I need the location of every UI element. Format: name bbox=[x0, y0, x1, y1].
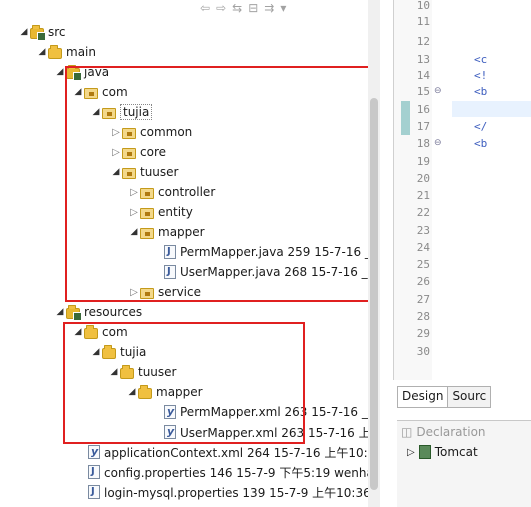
line-number: 11 bbox=[416, 15, 430, 28]
line-number: 26 bbox=[416, 275, 430, 288]
tree-node-main[interactable]: ◢ main bbox=[36, 42, 96, 62]
declaration-icon: ◫ bbox=[401, 425, 413, 439]
line-number: 13 bbox=[416, 53, 430, 66]
line-number: 24 bbox=[416, 241, 430, 254]
tree-node-label: src bbox=[48, 25, 66, 39]
line-number: 10 bbox=[416, 0, 430, 12]
code-line: </ bbox=[474, 120, 488, 133]
line-number: 19 bbox=[416, 155, 430, 168]
server-icon bbox=[418, 445, 431, 459]
editor-tabs: Design Sourc bbox=[397, 386, 492, 408]
line-number: 20 bbox=[416, 172, 430, 185]
scrollbar-thumb[interactable] bbox=[370, 98, 378, 490]
menu-icon[interactable]: ▾ bbox=[280, 1, 286, 15]
tree-node-label: applicationContext.xml 264 15-7-16 上午10:… bbox=[104, 445, 376, 460]
tree-node-application-context[interactable]: applicationContext.xml 264 15-7-16 上午10:… bbox=[88, 442, 375, 462]
line-number: 28 bbox=[416, 310, 430, 323]
code-line: <! bbox=[474, 69, 488, 82]
java-highlight-box bbox=[65, 66, 380, 302]
collapsed-arrow-icon[interactable]: ▷ bbox=[407, 447, 415, 458]
properties-file-icon bbox=[88, 465, 100, 479]
code-editor[interactable]: 10 11 12 13 14 15 16 17 18 19 20 21 22 2… bbox=[393, 0, 531, 380]
line-number: 17 bbox=[416, 120, 430, 133]
tree-node-resources[interactable]: ◢ resources bbox=[54, 302, 142, 322]
line-number: 15 bbox=[416, 85, 430, 98]
tree-node-label: login-mysql.properties 139 15-7-9 上午10:3… bbox=[104, 485, 371, 500]
tab-design[interactable]: Design bbox=[397, 386, 449, 408]
declaration-title: ◫ Declaration bbox=[401, 425, 486, 439]
line-number: 27 bbox=[416, 293, 430, 306]
code-line: <c bbox=[474, 53, 488, 66]
tab-source[interactable]: Sourc bbox=[448, 386, 492, 408]
fold-toggle-icon[interactable]: ⊖ bbox=[434, 86, 444, 96]
vertical-scrollbar[interactable] bbox=[368, 0, 380, 507]
line-number: 25 bbox=[416, 258, 430, 271]
line-number: 18 bbox=[416, 137, 430, 150]
xml-file-icon bbox=[88, 445, 100, 459]
current-line-highlight bbox=[452, 101, 531, 117]
declaration-title-label: Declaration bbox=[416, 425, 486, 439]
fold-toggle-icon[interactable]: ⊖ bbox=[434, 138, 444, 148]
line-number: 22 bbox=[416, 206, 430, 219]
expanded-arrow-icon[interactable]: ◢ bbox=[36, 47, 48, 57]
package-explorer: ⇦ ⇨ ⇆ ⊟ ⇉ ▾ ◢ src ◢ main ◢ java ◢ com ◢ … bbox=[0, 0, 380, 507]
tree-node-label: main bbox=[66, 45, 96, 59]
properties-file-icon bbox=[88, 485, 100, 499]
server-label: Tomcat bbox=[434, 445, 478, 459]
line-number: 12 bbox=[416, 35, 430, 48]
back-icon[interactable]: ⇦ bbox=[200, 1, 210, 15]
line-number: 30 bbox=[416, 345, 430, 358]
explorer-toolbar: ⇦ ⇨ ⇆ ⊟ ⇉ ▾ bbox=[200, 0, 286, 16]
link-icon[interactable]: ⇆ bbox=[232, 1, 242, 15]
line-number: 14 bbox=[416, 69, 430, 82]
collapse-icon[interactable]: ⊟ bbox=[248, 1, 258, 15]
tree-node-label: resources bbox=[84, 305, 143, 319]
line-number: 23 bbox=[416, 224, 430, 237]
tree-node-label: config.properties 146 15-7-9 下午5:19 wenh… bbox=[104, 465, 374, 480]
line-number: 16 bbox=[416, 103, 430, 116]
source-folder-icon bbox=[66, 304, 82, 321]
folder-icon bbox=[48, 44, 62, 59]
declaration-panel: ◫ Declaration ▷ Tomcat bbox=[397, 420, 531, 507]
code-line: <b bbox=[474, 137, 488, 150]
tree-node-login-mysql[interactable]: login-mysql.properties 139 15-7-9 上午10:3… bbox=[88, 482, 371, 502]
tree-node-src[interactable]: ◢ src bbox=[18, 22, 66, 42]
line-number: 29 bbox=[416, 327, 430, 340]
sync-icon[interactable]: ⇉ bbox=[264, 1, 274, 15]
line-number: 21 bbox=[416, 189, 430, 202]
expanded-arrow-icon[interactable]: ◢ bbox=[54, 307, 66, 317]
resources-highlight-box bbox=[63, 322, 305, 444]
source-folder-icon bbox=[30, 24, 46, 41]
tree-node-config-properties[interactable]: config.properties 146 15-7-9 下午5:19 wenh… bbox=[88, 462, 374, 482]
forward-icon[interactable]: ⇨ bbox=[216, 1, 226, 15]
expanded-arrow-icon[interactable]: ◢ bbox=[18, 27, 30, 37]
code-line: <b bbox=[474, 85, 488, 98]
server-tomcat[interactable]: ▷ Tomcat bbox=[407, 445, 478, 459]
